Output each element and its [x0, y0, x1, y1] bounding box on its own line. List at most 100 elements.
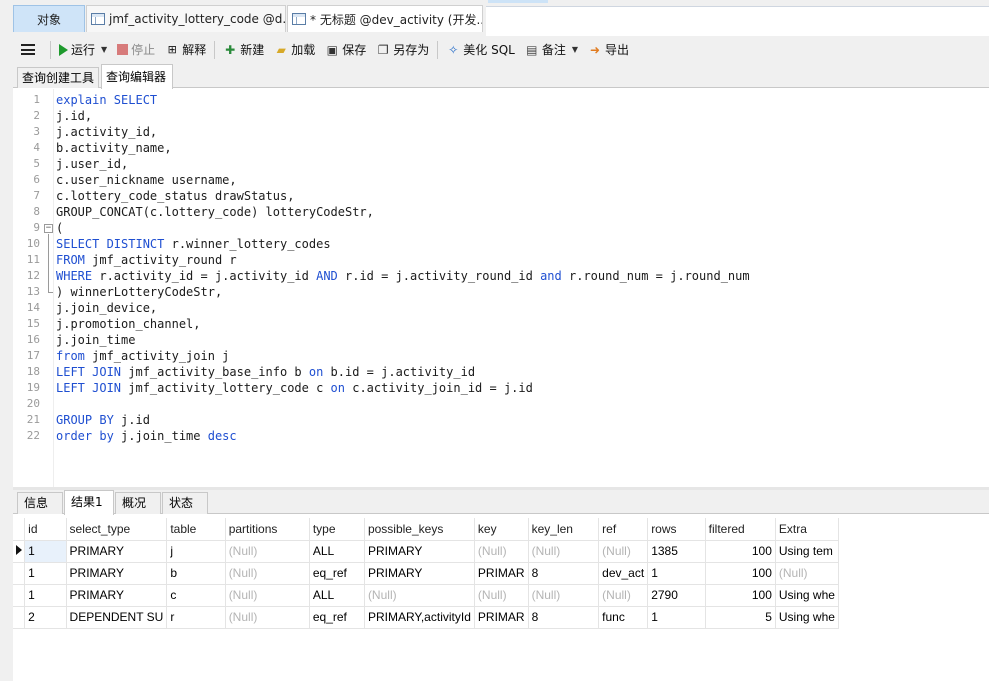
tab-query-editor[interactable]: 查询编辑器 — [101, 64, 173, 89]
table-cell[interactable]: 1 — [24, 540, 67, 563]
table-cell[interactable]: PRIMARY — [364, 562, 475, 585]
table-cell[interactable]: Using whe — [775, 584, 840, 607]
table-cell[interactable]: (Null) — [225, 540, 310, 563]
toolbar-separator — [437, 40, 439, 59]
result-grid[interactable]: id select_type table partitions type possible… — [13, 518, 840, 629]
tab-info[interactable]: 信息 — [17, 492, 63, 514]
table-cell[interactable]: 100 — [705, 562, 776, 585]
table-cell[interactable]: 2 — [24, 606, 67, 629]
column-header-id[interactable]: id — [24, 518, 67, 541]
column-header-select-type[interactable]: select_type — [66, 518, 168, 541]
table-cell[interactable]: PRIMARY — [66, 584, 168, 607]
table-cell[interactable]: (Null) — [528, 540, 600, 563]
table-cell[interactable]: 2790 — [647, 584, 706, 607]
table-cell[interactable]: PRIMARY — [364, 540, 475, 563]
table-cell[interactable]: r — [166, 606, 226, 629]
column-header-filtered[interactable]: filtered — [705, 518, 776, 541]
table-cell[interactable]: Using whe — [775, 606, 840, 629]
tab-objects[interactable]: 对象 — [13, 5, 85, 32]
table-cell[interactable]: 100 — [705, 584, 776, 607]
tab-overview[interactable]: 概况 — [115, 492, 161, 514]
explain-button[interactable]: ⊞ 解释 — [160, 39, 211, 61]
table-cell[interactable]: PRIMAR — [474, 606, 529, 629]
table-cell[interactable]: (Null) — [528, 584, 600, 607]
export-label: 导出 — [605, 43, 630, 57]
tab-status[interactable]: 状态 — [162, 492, 208, 514]
sql-text: j.promotion_channel, — [56, 317, 201, 331]
new-button[interactable]: ✚ 新建 — [218, 39, 269, 61]
code-line: c.lottery_code_status drawStatus, — [56, 189, 294, 203]
table-cell[interactable]: DEPENDENT SU — [66, 606, 168, 629]
column-header-partitions[interactable]: partitions — [225, 518, 310, 541]
line-number: 2 — [33, 109, 40, 122]
column-header-rows[interactable]: rows — [647, 518, 706, 541]
hamburger-menu-icon[interactable] — [21, 44, 35, 55]
table-cell[interactable]: b — [166, 562, 226, 585]
table-cell[interactable]: eq_ref — [309, 606, 365, 629]
table-cell[interactable]: 1 — [647, 562, 706, 585]
column-header-key-len[interactable]: key_len — [528, 518, 600, 541]
table-cell[interactable]: (Null) — [225, 606, 310, 629]
table-cell[interactable]: 100 — [705, 540, 776, 563]
row-marker[interactable] — [13, 584, 26, 607]
tab-untitled-query[interactable]: * 无标题 @dev_activity (开发... — [287, 5, 483, 32]
notes-button[interactable]: ▤ 备注 ▼ — [520, 39, 583, 61]
tab-lottery-code-table[interactable]: jmf_activity_lottery_code @d... — [86, 5, 286, 32]
column-header-possible-keys[interactable]: possible_keys — [364, 518, 475, 541]
table-cell[interactable]: eq_ref — [309, 562, 365, 585]
table-row[interactable]: 1 PRIMARY c (Null) ALL (Null) (Null) (Null) (Nul… — [13, 584, 840, 607]
table-cell[interactable]: (Null) — [225, 562, 310, 585]
column-header-type[interactable]: type — [309, 518, 365, 541]
table-cell[interactable]: 8 — [528, 562, 600, 585]
table-cell[interactable]: dev_act — [598, 562, 649, 585]
table-cell[interactable]: 1385 — [647, 540, 706, 563]
chevron-down-icon[interactable]: ▼ — [101, 45, 107, 54]
table-row[interactable]: 1 PRIMARY j (Null) ALL PRIMARY (Null) (Null) (Nu… — [13, 540, 840, 563]
export-button[interactable]: ➜ 导出 — [583, 39, 634, 61]
table-cell[interactable]: (Null) — [598, 540, 649, 563]
table-cell[interactable]: (Null) — [225, 584, 310, 607]
stop-button[interactable]: 停止 — [112, 39, 160, 61]
stop-icon — [117, 44, 129, 55]
table-cell[interactable]: PRIMARY — [66, 540, 168, 563]
table-cell[interactable]: ALL — [309, 540, 365, 563]
sql-editor[interactable]: 1 2 3 4 5 6 7 8 9 10 11 12 13 14 15 16 17 18 19 20 21 22− exp… — [13, 89, 989, 487]
fold-collapse-icon[interactable]: − — [44, 224, 53, 233]
table-cell[interactable]: c — [166, 584, 226, 607]
column-header-table[interactable]: table — [166, 518, 226, 541]
table-cell[interactable]: 5 — [705, 606, 776, 629]
save-as-button[interactable]: ❐ 另存为 — [371, 39, 434, 61]
chevron-down-icon[interactable]: ▼ — [572, 45, 578, 54]
row-marker[interactable] — [13, 562, 26, 585]
table-cell[interactable]: PRIMARY — [66, 562, 168, 585]
table-cell[interactable]: (Null) — [474, 540, 529, 563]
table-cell[interactable]: ALL — [309, 584, 365, 607]
table-cell[interactable]: 1 — [24, 584, 67, 607]
run-button[interactable]: 运行 ▼ — [54, 39, 112, 61]
table-cell[interactable]: PRIMARY,activityId — [364, 606, 475, 629]
table-cell[interactable]: (Null) — [474, 584, 529, 607]
column-header-extra[interactable]: Extra — [775, 518, 840, 541]
tab-result-1[interactable]: 结果1 — [64, 490, 114, 515]
load-button[interactable]: ▰ 加载 — [269, 39, 320, 61]
table-cell[interactable]: (Null) — [775, 562, 840, 585]
table-cell[interactable]: (Null) — [364, 584, 475, 607]
table-cell[interactable]: PRIMAR — [474, 562, 529, 585]
table-cell[interactable]: 8 — [528, 606, 600, 629]
table-cell[interactable]: 1 — [647, 606, 706, 629]
table-row[interactable]: 2 DEPENDENT SU r (Null) eq_ref PRIMARY,activi… — [13, 606, 840, 629]
table-cell[interactable]: j — [166, 540, 226, 563]
table-cell[interactable]: (Null) — [598, 584, 649, 607]
sql-text: jmf_activity_round r — [84, 253, 237, 267]
tab-query-builder[interactable]: 查询创建工具 — [17, 67, 99, 88]
table-row[interactable]: 1 PRIMARY b (Null) eq_ref PRIMARY PRIMAR 8 dev_a… — [13, 562, 840, 585]
table-cell[interactable]: Using tem — [775, 540, 840, 563]
row-marker[interactable] — [13, 540, 26, 563]
save-button[interactable]: ▣ 保存 — [320, 39, 371, 61]
column-header-ref[interactable]: ref — [598, 518, 649, 541]
row-marker[interactable] — [13, 606, 26, 629]
column-header-key[interactable]: key — [474, 518, 529, 541]
beautify-sql-button[interactable]: ✧ 美化 SQL — [441, 39, 520, 61]
table-cell[interactable]: func — [598, 606, 649, 629]
table-cell[interactable]: 1 — [24, 562, 67, 585]
